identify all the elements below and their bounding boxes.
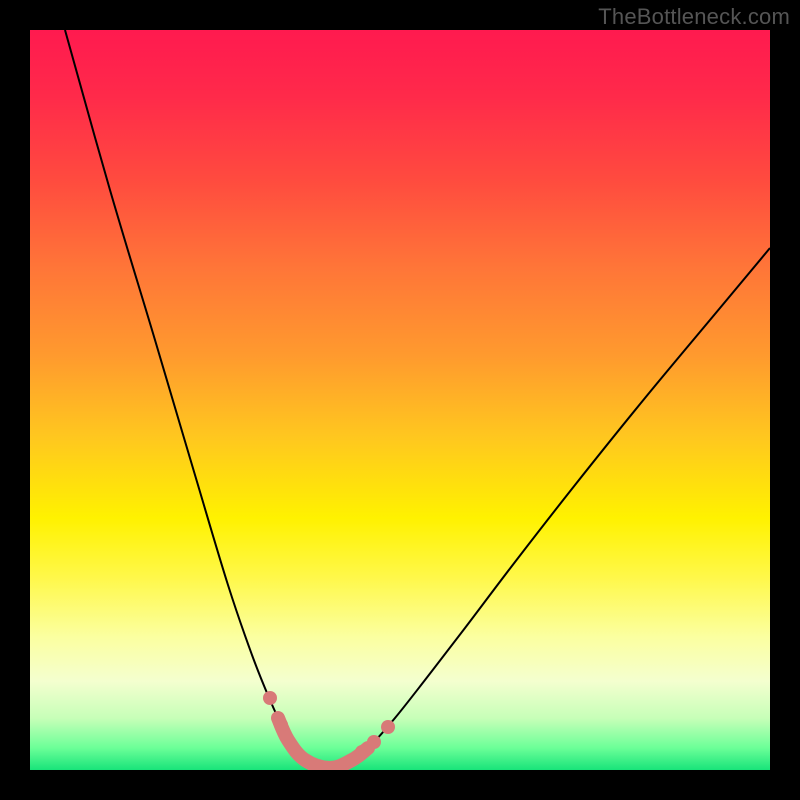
- optimal-range-dots-right: [355, 720, 395, 759]
- plot-area: [30, 30, 770, 770]
- optimal-range-dot: [263, 691, 277, 705]
- watermark-text: TheBottleneck.com: [598, 4, 790, 30]
- curve-layer: [30, 30, 770, 770]
- optimal-range-dot: [274, 718, 288, 732]
- optimal-range-dot: [355, 745, 369, 759]
- optimal-range-dot: [381, 720, 395, 734]
- optimal-range-dot: [367, 735, 381, 749]
- bottleneck-curve: [65, 30, 770, 769]
- optimal-range-line: [278, 718, 368, 768]
- chart-frame: TheBottleneck.com: [0, 0, 800, 800]
